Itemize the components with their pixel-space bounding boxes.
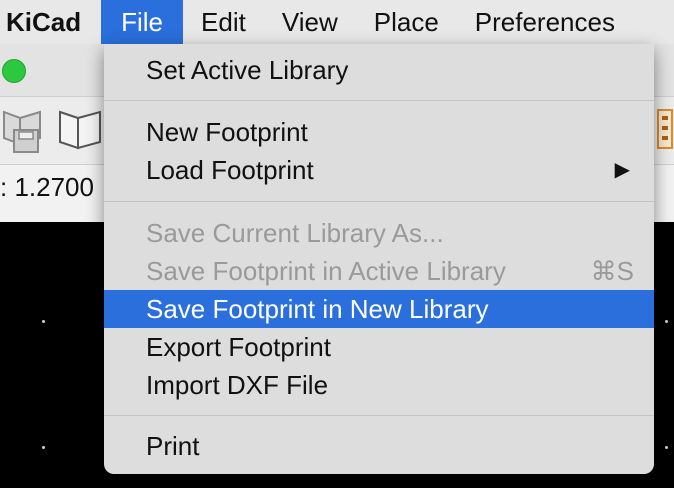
menu-item-new-footprint[interactable]: New Footprint xyxy=(104,113,654,151)
menu-item-import-dxf[interactable]: Import DXF File xyxy=(104,366,654,404)
menu-place[interactable]: Place xyxy=(356,0,457,44)
menu-separator xyxy=(104,100,654,101)
menu-view[interactable]: View xyxy=(264,0,356,44)
grid-dot xyxy=(665,320,668,323)
menu-item-label: New Footprint xyxy=(146,117,308,147)
menu-preferences[interactable]: Preferences xyxy=(457,0,633,44)
menu-item-save-footprint-active-library: Save Footprint in Active Library ⌘S xyxy=(104,252,654,290)
menu-item-label: Print xyxy=(146,431,200,461)
menu-item-save-footprint-new-library[interactable]: Save Footprint in New Library xyxy=(104,290,654,328)
menu-item-label: Set Active Library xyxy=(146,55,349,85)
menu-file[interactable]: File xyxy=(101,0,184,44)
grid-dot xyxy=(42,446,45,449)
menu-item-label: Export Footprint xyxy=(146,332,331,362)
menu-item-label: Import DXF File xyxy=(146,370,329,400)
menu-item-load-footprint[interactable]: Load Footprint ▶ xyxy=(104,151,654,189)
menu-item-label: Save Footprint in Active Library xyxy=(146,256,506,286)
menu-separator xyxy=(104,415,654,416)
menu-item-export-footprint[interactable]: Export Footprint xyxy=(104,328,654,366)
menu-separator xyxy=(104,201,654,202)
menu-item-print[interactable]: Print xyxy=(104,427,654,465)
shortcut-label: ⌘S xyxy=(590,256,634,286)
component-icon[interactable] xyxy=(656,106,674,152)
menu-item-save-current-library-as: Save Current Library As... xyxy=(104,214,654,252)
submenu-arrow-icon: ▶ xyxy=(614,159,630,181)
menu-item-label: Load Footprint xyxy=(146,155,314,185)
library-browse-icon[interactable] xyxy=(56,104,104,156)
menu-bar: KiCad File Edit View Place Preferences xyxy=(0,0,674,44)
grid-dot xyxy=(42,320,45,323)
zoom-readout: : 1.2700 xyxy=(0,172,94,202)
menu-item-set-active-library[interactable]: Set Active Library xyxy=(104,51,654,89)
grid-dot xyxy=(665,446,668,449)
menu-item-label: Save Footprint in New Library xyxy=(146,294,489,324)
menu-edit[interactable]: Edit xyxy=(183,0,264,44)
app-menu[interactable]: KiCad xyxy=(0,0,101,44)
menu-item-label: Save Current Library As... xyxy=(146,218,444,248)
library-save-icon[interactable] xyxy=(0,104,50,156)
zoom-window-button[interactable] xyxy=(2,59,26,83)
file-menu-dropdown: Set Active Library New Footprint Load Fo… xyxy=(104,44,654,474)
